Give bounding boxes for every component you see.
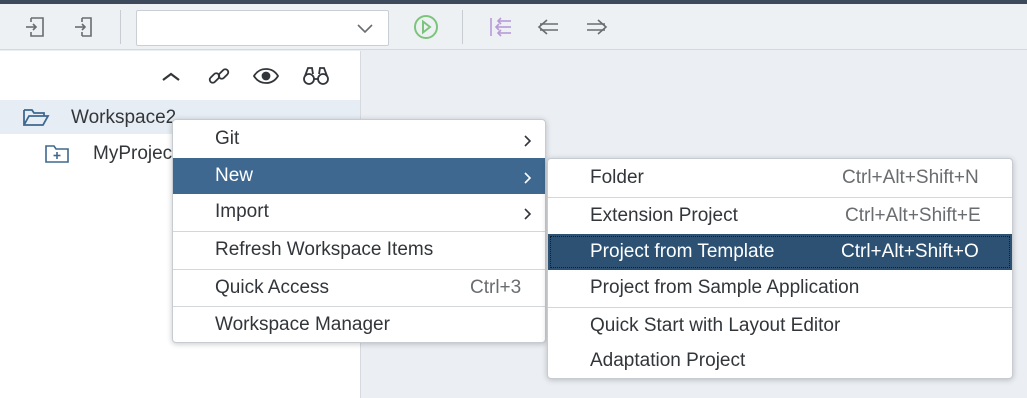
new-submenu: Folder Ctrl+Alt+Shift+N Extension Projec… [547, 158, 1013, 379]
menu-item-label: Project from Sample Application [590, 277, 860, 298]
run-icon[interactable] [411, 12, 441, 42]
collapse-icon[interactable] [157, 63, 185, 89]
import-icon[interactable] [20, 12, 50, 42]
chevron-down-icon[interactable] [356, 21, 374, 40]
menu-item-import[interactable]: Import [173, 194, 545, 230]
target-combobox[interactable] [136, 10, 389, 46]
menu-item-quick-access[interactable]: Quick Access Ctrl+3 [173, 270, 545, 306]
binoculars-icon[interactable] [302, 63, 330, 89]
menu-item-folder[interactable]: Folder Ctrl+Alt+Shift+N [548, 160, 1012, 196]
menu-item-label: Quick Start with Layout Editor [590, 315, 841, 336]
menu-item-label: Project from Template [590, 241, 775, 262]
link-icon[interactable] [205, 63, 233, 89]
menu-item-workspace-manager[interactable]: Workspace Manager [173, 307, 545, 342]
folder-open-icon [22, 106, 50, 133]
tree-item-label: MyProject [93, 143, 178, 164]
menu-item-label: Folder [590, 167, 644, 188]
export-icon[interactable] [68, 12, 98, 42]
menu-item-label: Extension Project [590, 205, 738, 226]
menu-item-label: Adaptation Project [590, 350, 746, 371]
menu-item-shortcut: Ctrl+Alt+Shift+E [845, 205, 981, 226]
menu-item-shortcut: Ctrl+Alt+Shift+O [841, 241, 979, 262]
menu-item-label: Workspace Manager [215, 314, 390, 335]
menu-item-adaptation-project[interactable]: Adaptation Project [548, 343, 1012, 378]
menu-item-git[interactable]: Git [173, 121, 545, 157]
toolbar-separator [120, 10, 121, 44]
chevron-right-icon [523, 205, 533, 227]
menu-item-project-from-template[interactable]: Project from Template Ctrl+Alt+Shift+O [548, 234, 1012, 270]
tree-toolbar [0, 51, 360, 99]
menu-item-shortcut: Ctrl+3 [470, 277, 522, 298]
menu-item-quick-start-layout-editor[interactable]: Quick Start with Layout Editor [548, 308, 1012, 344]
menu-item-refresh-workspace[interactable]: Refresh Workspace Items [173, 232, 545, 268]
forward-arrow-icon[interactable] [581, 12, 611, 42]
menu-item-new[interactable]: New [173, 158, 545, 194]
tree-item-label: Workspace2 [71, 107, 177, 128]
back-arrow-icon[interactable] [534, 12, 564, 42]
main-toolbar [0, 4, 1027, 50]
chevron-right-icon [523, 169, 533, 191]
toolbar-separator [462, 10, 463, 44]
project-folder-icon [44, 142, 70, 169]
menu-item-label: Import [215, 201, 269, 222]
menu-item-extension-project[interactable]: Extension Project Ctrl+Alt+Shift+E [548, 198, 1012, 234]
menu-item-label: New [215, 165, 254, 186]
eye-icon[interactable] [252, 63, 280, 89]
menu-item-shortcut: Ctrl+Alt+Shift+N [842, 167, 979, 188]
sync-icon[interactable] [486, 12, 516, 42]
menu-item-label: Git [215, 128, 240, 149]
chevron-right-icon [523, 132, 533, 154]
menu-item-label: Refresh Workspace Items [215, 239, 434, 260]
menu-item-label: Quick Access [215, 277, 330, 298]
context-menu: Git New Import Refresh Workspace Items Q… [172, 119, 546, 343]
menu-item-project-from-sample[interactable]: Project from Sample Application [548, 270, 1012, 306]
